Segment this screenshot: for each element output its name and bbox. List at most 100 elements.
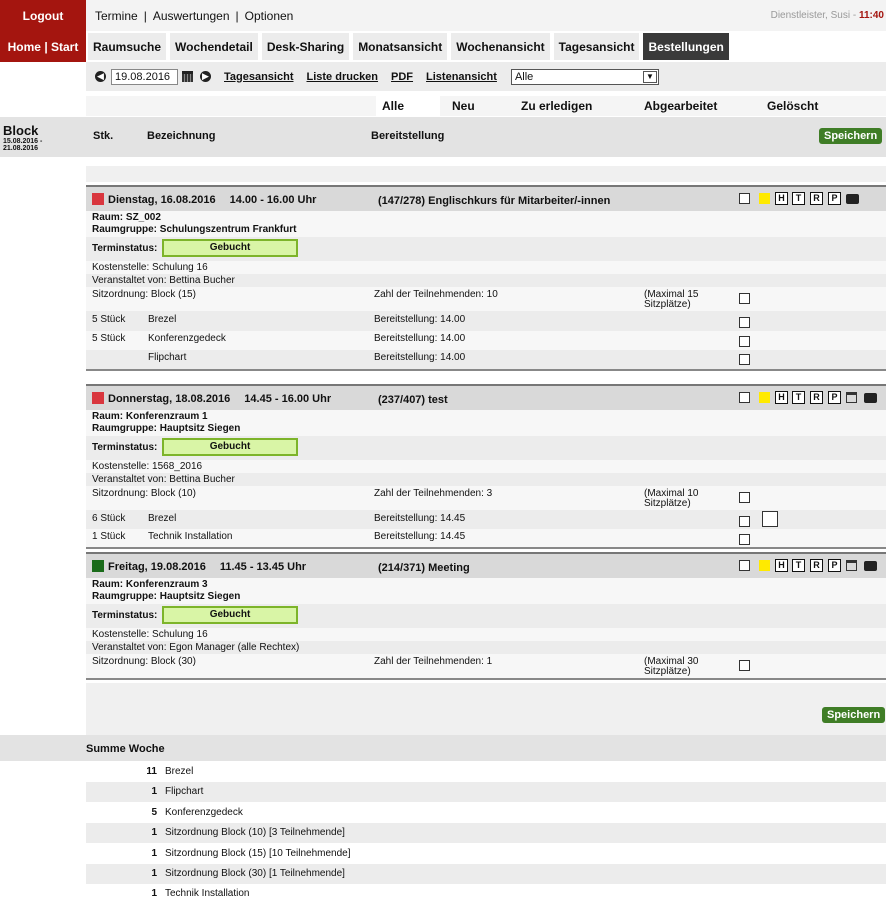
- tab-monatsansicht[interactable]: Monatsansicht: [353, 33, 448, 60]
- summary-count: 1: [151, 888, 157, 900]
- status-color-icon: [92, 392, 104, 404]
- summary-row: 1 Technik Installation: [86, 884, 886, 905]
- kostenstelle: Kostenstelle: Schulung 16: [92, 262, 208, 273]
- item-checkbox[interactable]: [739, 534, 750, 545]
- t-icon[interactable]: T: [792, 391, 805, 404]
- status-badge[interactable]: Gebucht: [162, 438, 298, 456]
- item-checkbox[interactable]: [739, 660, 750, 671]
- veranstalter: Veranstaltet von: Bettina Bucher: [92, 275, 235, 286]
- tab-raumsuche[interactable]: Raumsuche: [88, 33, 167, 60]
- status-select[interactable]: Alle ▼: [510, 68, 659, 85]
- view-tabs: Raumsuche Wochendetail Desk-Sharing Mona…: [86, 31, 886, 62]
- item-checkbox[interactable]: [739, 293, 750, 304]
- column-header: Stk. Bezeichnung Bereitstellung Speicher…: [86, 117, 886, 157]
- item-checkbox[interactable]: [739, 516, 750, 527]
- save-button-bottom[interactable]: Speichern: [822, 707, 886, 723]
- calendar-icon[interactable]: [182, 71, 193, 82]
- yellow-marker-icon: [759, 560, 770, 571]
- filter-zu-erledigen[interactable]: Zu erledigen: [521, 99, 592, 113]
- summary-item: Sitzordnung Block (10) [3 Teilnehmende]: [165, 827, 345, 839]
- chevron-down-icon: ▼: [642, 70, 657, 83]
- link-listenansicht[interactable]: Listenansicht: [426, 71, 497, 83]
- filter-abgearbeitet[interactable]: Abgearbeitet: [644, 99, 717, 113]
- t-icon[interactable]: T: [792, 192, 805, 205]
- item-checkbox[interactable]: [739, 336, 750, 347]
- summary-row: 1 Sitzordnung Block (30) [1 Teilnehmende]: [86, 864, 886, 884]
- printer-icon[interactable]: [846, 194, 859, 204]
- filter-alle[interactable]: Alle: [376, 96, 440, 116]
- filter-neu[interactable]: Neu: [452, 99, 475, 113]
- booking-card: Donnerstag, 18.08.2016 14.45 - 16.00 Uhr …: [86, 384, 886, 549]
- nav-auswertungen[interactable]: Auswertungen: [153, 9, 230, 23]
- r-icon[interactable]: R: [810, 559, 823, 572]
- summary-count: 1: [151, 786, 157, 798]
- booking-checkbox[interactable]: [739, 193, 750, 204]
- col-bezeichnung: Bezeichnung: [147, 130, 216, 142]
- h-icon[interactable]: H: [775, 192, 788, 205]
- summary-item: Brezel: [165, 766, 194, 777]
- tab-bestellungen[interactable]: Bestellungen: [643, 33, 729, 60]
- status-badge[interactable]: Gebucht: [162, 239, 298, 257]
- booking-title: (147/278) Englischkurs für Mitarbeiter/-…: [378, 195, 611, 207]
- link-liste-drucken[interactable]: Liste drucken: [307, 71, 379, 83]
- terminstatus-label: Terminstatus:: [92, 243, 158, 254]
- h-icon[interactable]: H: [775, 391, 788, 404]
- save-button-top[interactable]: Speichern: [819, 128, 883, 144]
- home-start-button[interactable]: Home | Start: [0, 31, 86, 62]
- booking-checkbox[interactable]: [739, 392, 750, 403]
- summary-item: Flipchart: [165, 786, 204, 798]
- r-icon[interactable]: R: [810, 192, 823, 205]
- save-area: Speichern: [86, 683, 886, 735]
- logout-button[interactable]: Logout: [0, 0, 86, 31]
- top-navigation: Termine | Auswertungen | Optionen Dienstle…: [86, 0, 886, 31]
- raumgruppe-label: Raumgruppe: Schulungszentrum Frankfurt: [92, 224, 297, 235]
- summary-title: Summe Woche: [86, 743, 165, 755]
- calendar-icon[interactable]: [846, 560, 857, 571]
- tab-wochendetail[interactable]: Wochendetail: [170, 33, 258, 60]
- summary-count: 5: [151, 806, 157, 818]
- booking-card: Dienstag, 16.08.2016 14.00 - 16.00 Uhr (1…: [86, 185, 886, 371]
- user-info: Dienstleister, Susi - 11:40: [770, 10, 884, 21]
- p-icon[interactable]: P: [828, 192, 841, 205]
- prev-arrow-icon[interactable]: ◀: [95, 71, 106, 82]
- printer-icon[interactable]: [864, 393, 877, 403]
- nav-optionen[interactable]: Optionen: [245, 9, 294, 23]
- r-icon[interactable]: R: [810, 391, 823, 404]
- summary-header: Summe Woche: [0, 735, 886, 761]
- booking-card: Freitag, 19.08.2016 11.45 - 13.45 Uhr (21…: [86, 552, 886, 680]
- filter-geloescht[interactable]: Gelöscht: [767, 99, 818, 113]
- status-filter-tabs: Alle Neu Zu erledigen Abgearbeitet Gelös…: [86, 96, 886, 116]
- tab-tagesansicht[interactable]: Tagesansicht: [553, 33, 640, 60]
- tab-wochenansicht[interactable]: Wochenansicht: [451, 33, 550, 60]
- item-checkbox[interactable]: [739, 317, 750, 328]
- link-pdf[interactable]: PDF: [391, 71, 413, 83]
- status-badge[interactable]: Gebucht: [162, 606, 298, 624]
- summary-row: 5 Konferenzgedeck: [86, 802, 886, 823]
- h-icon[interactable]: H: [775, 559, 788, 572]
- summary-item: Sitzordnung Block (30) [1 Teilnehmende]: [165, 868, 345, 879]
- block-range-end: 21.08.2016: [3, 145, 39, 152]
- item-checkbox[interactable]: [739, 354, 750, 365]
- calendar-icon[interactable]: [846, 392, 857, 403]
- nav-termine[interactable]: Termine: [95, 9, 138, 23]
- next-arrow-icon[interactable]: ▶: [200, 71, 211, 82]
- booking-date-time: Donnerstag, 18.08.2016 14.45 - 16.00 Uhr: [92, 392, 331, 405]
- status-color-icon: [92, 560, 104, 572]
- spacer-row: [86, 166, 886, 182]
- booking-checkbox[interactable]: [739, 560, 750, 571]
- t-icon[interactable]: T: [792, 559, 805, 572]
- yellow-marker-icon: [759, 392, 770, 403]
- sitzordnung: Sitzordnung: Block (15): [92, 289, 196, 300]
- date-input[interactable]: 19.08.2016: [111, 68, 178, 85]
- printer-icon[interactable]: [864, 561, 877, 571]
- item-checkbox[interactable]: [739, 492, 750, 503]
- block-range-start: 15.08.2016 -: [3, 138, 43, 145]
- tab-desk-sharing[interactable]: Desk-Sharing: [261, 33, 350, 60]
- p-icon[interactable]: P: [828, 391, 841, 404]
- booking-title: (237/407) test: [378, 394, 448, 406]
- p-icon[interactable]: P: [828, 559, 841, 572]
- booking-header: Donnerstag, 18.08.2016 14.45 - 16.00 Uhr …: [86, 386, 886, 410]
- summary-row: 1 Sitzordnung Block (15) [10 Teilnehmende…: [86, 843, 886, 864]
- link-tagesansicht[interactable]: Tagesansicht: [224, 71, 294, 83]
- popup-checkbox[interactable]: [762, 511, 778, 527]
